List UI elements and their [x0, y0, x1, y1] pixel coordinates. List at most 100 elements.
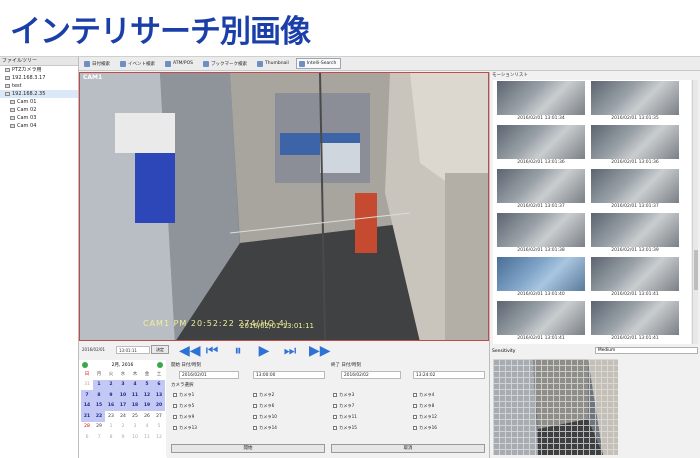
- camera-checkbox[interactable]: カメラ6: [253, 402, 274, 409]
- calendar-day[interactable]: 16: [105, 400, 117, 411]
- tree-item[interactable]: Cam 04: [0, 122, 78, 130]
- checkbox-icon[interactable]: [333, 425, 337, 430]
- calendar-day[interactable]: 14: [81, 400, 93, 411]
- camera-checkbox[interactable]: カメラ16: [413, 424, 437, 431]
- calendar-day[interactable]: 17: [117, 400, 129, 411]
- calendar-day[interactable]: 23: [105, 411, 117, 422]
- checkbox-icon[interactable]: [253, 414, 257, 419]
- calendar-day[interactable]: 7: [81, 390, 93, 401]
- camera-checkbox[interactable]: カメラ1: [173, 391, 194, 398]
- checkbox-icon[interactable]: [413, 392, 417, 397]
- checkbox-icon[interactable]: [173, 392, 177, 397]
- calendar-day[interactable]: 11: [129, 390, 141, 401]
- calendar-day[interactable]: 7: [93, 432, 105, 443]
- tab-5[interactable]: Intelli-Search: [295, 58, 342, 69]
- sensitivity-select[interactable]: Medium: [595, 347, 698, 354]
- end-time-input[interactable]: 13:24:02: [413, 371, 485, 379]
- motion-thumbnail[interactable]: 2016/02/01 13:01:37: [591, 169, 679, 213]
- calendar-day[interactable]: 31: [81, 380, 93, 391]
- calendar-day[interactable]: 21: [81, 411, 93, 422]
- start-date-input[interactable]: 2016/02/01: [179, 371, 239, 379]
- tree-item[interactable]: Cam 01: [0, 98, 78, 106]
- motion-thumbnail[interactable]: 2016/02/01 13:01:41: [591, 301, 679, 344]
- play-icon[interactable]: ▶: [257, 344, 271, 358]
- pause-icon[interactable]: ⏸: [231, 344, 245, 358]
- camera-checkbox[interactable]: カメラ15: [333, 424, 357, 431]
- calendar-day[interactable]: 15: [93, 400, 105, 411]
- motion-thumbnail[interactable]: 2016/02/01 13:01:38: [497, 213, 585, 257]
- tab-4[interactable]: Thumbnail: [254, 58, 294, 69]
- calendar-day[interactable]: 8: [93, 390, 105, 401]
- motion-thumbnail[interactable]: 2016/02/01 13:01:37: [497, 169, 585, 213]
- calendar-day[interactable]: 10: [129, 432, 141, 443]
- calendar-day[interactable]: 11: [141, 432, 153, 443]
- calendar-day[interactable]: 26: [141, 411, 153, 422]
- calendar-day[interactable]: 6: [153, 379, 165, 390]
- start-time-input[interactable]: 13:00:00: [253, 371, 325, 379]
- checkbox-icon[interactable]: [253, 392, 257, 397]
- calendar-day[interactable]: 3: [117, 379, 129, 390]
- camera-checkbox[interactable]: カメラ5: [173, 402, 194, 409]
- fast-rewind-icon[interactable]: ◀◀: [179, 344, 201, 358]
- calendar-day[interactable]: 3: [129, 422, 141, 433]
- camera-checkbox[interactable]: カメラ8: [413, 402, 434, 409]
- calendar-day[interactable]: 25: [129, 411, 141, 422]
- calendar-day[interactable]: 6: [81, 432, 93, 443]
- calendar-day[interactable]: 27: [153, 411, 165, 422]
- tab-0[interactable]: 日付検索: [81, 58, 115, 69]
- motion-thumbnail[interactable]: 2016/02/01 13:01:39: [591, 213, 679, 257]
- calendar-day[interactable]: 19: [141, 400, 153, 411]
- checkbox-icon[interactable]: [173, 425, 177, 430]
- fast-forward-icon[interactable]: ▶▶: [309, 344, 331, 358]
- camera-checkbox[interactable]: カメラ7: [333, 402, 354, 409]
- calendar-day[interactable]: 18: [129, 400, 141, 411]
- tree-item[interactable]: PTZカメラ用: [0, 66, 78, 74]
- checkbox-icon[interactable]: [413, 425, 417, 430]
- tree-item[interactable]: Cam 02: [0, 106, 78, 114]
- calendar-day[interactable]: 1: [93, 379, 105, 390]
- motion-thumbnail[interactable]: 2016/02/01 13:01:34: [497, 81, 585, 125]
- camera-checkbox[interactable]: カメラ2: [253, 391, 274, 398]
- camera-checkbox[interactable]: カメラ10: [253, 413, 277, 420]
- calendar-day[interactable]: 12: [141, 390, 153, 401]
- step-forward-icon[interactable]: ⏭: [283, 344, 297, 358]
- calendar-day[interactable]: 12: [153, 432, 165, 443]
- motion-thumbnail[interactable]: 2016/02/01 13:01:36: [497, 125, 585, 169]
- checkbox-icon[interactable]: [333, 414, 337, 419]
- next-month-icon[interactable]: [157, 361, 163, 368]
- motion-preview[interactable]: [493, 359, 618, 455]
- calendar-day[interactable]: 4: [129, 379, 141, 390]
- calendar-day[interactable]: 2: [105, 379, 117, 390]
- calendar-day[interactable]: 4: [141, 422, 153, 433]
- thumbnail-scrollbar[interactable]: [692, 80, 698, 344]
- checkbox-icon[interactable]: [173, 403, 177, 408]
- camera-checkbox[interactable]: カメラ13: [173, 424, 197, 431]
- tree-item[interactable]: Cam 03: [0, 114, 78, 122]
- calendar-day[interactable]: 1: [105, 422, 117, 433]
- checkbox-icon[interactable]: [333, 392, 337, 397]
- motion-thumbnail[interactable]: 2016/02/01 13:01:41: [591, 257, 679, 301]
- calendar-day[interactable]: 10: [117, 390, 129, 401]
- calendar-day[interactable]: 8: [105, 432, 117, 443]
- tree-item[interactable]: 192.168.2.35: [0, 90, 78, 98]
- camera-checkbox[interactable]: カメラ9: [173, 413, 194, 420]
- cancel-button[interactable]: 取消: [331, 444, 485, 453]
- motion-thumbnail[interactable]: 2016/02/01 13:01:35: [591, 81, 679, 125]
- camera-checkbox[interactable]: カメラ11: [333, 413, 357, 420]
- checkbox-icon[interactable]: [253, 425, 257, 430]
- apply-button[interactable]: 決定: [151, 345, 169, 354]
- calendar-day[interactable]: 20: [153, 400, 165, 411]
- calendar-day[interactable]: 9: [105, 390, 117, 401]
- previous-month-icon[interactable]: [82, 361, 88, 368]
- calendar-day[interactable]: 22: [93, 411, 105, 422]
- end-date-input[interactable]: 2016/02/02: [341, 371, 401, 379]
- video-viewer[interactable]: CAM1 CAM1 PM 20:52:22 274(HO 4) 2016/02/…: [79, 72, 489, 341]
- calendar-day[interactable]: 29: [93, 422, 105, 433]
- tab-2[interactable]: ATM/POS: [162, 58, 198, 69]
- checkbox-icon[interactable]: [413, 403, 417, 408]
- tree-item[interactable]: 192.168.3.17: [0, 74, 78, 82]
- checkbox-icon[interactable]: [413, 414, 417, 419]
- calendar-day[interactable]: 13: [153, 390, 165, 401]
- calendar-day[interactable]: 2: [117, 422, 129, 433]
- step-back-icon[interactable]: ⏮: [205, 344, 219, 358]
